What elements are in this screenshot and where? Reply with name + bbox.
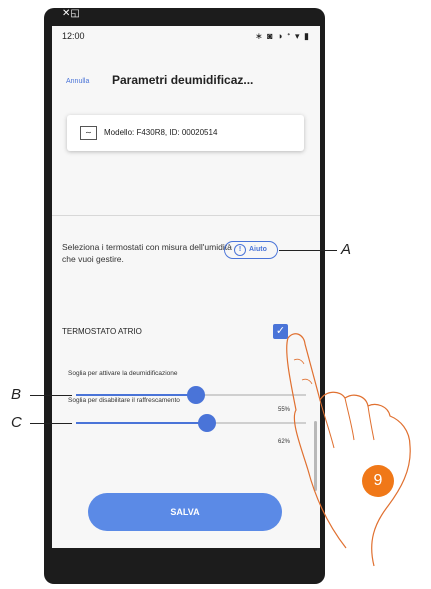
help-label: Aiuto [249, 246, 267, 253]
device-model: Modello: F430R8, ID: 00020514 [104, 128, 218, 137]
callout-line-a [279, 250, 337, 251]
header: Annulla Parametri deumidificaz... [52, 66, 320, 94]
intro-text: Seleziona i termostati con misura dell'u… [62, 242, 232, 264]
exclamation-icon: ! [234, 244, 246, 256]
slider-knob[interactable] [186, 386, 205, 404]
help-button[interactable]: ! Aiuto [224, 241, 278, 259]
divider [52, 215, 320, 216]
callout-label-c: C [11, 414, 22, 431]
callout-line-b [30, 395, 72, 396]
device-card: ∼ Modello: F430R8, ID: 00020514 [67, 115, 304, 151]
step-badge: 9 [362, 465, 394, 497]
cancel-button[interactable]: Annulla [66, 78, 89, 85]
hand-illustration [286, 333, 411, 567]
slider-fill [76, 422, 208, 424]
status-corner-icons: ✕◱ [62, 8, 80, 19]
slider-fill [76, 394, 196, 396]
thermostat-icon: ∼ [80, 126, 97, 140]
slider-knob[interactable] [198, 414, 217, 432]
callout-line-c [30, 423, 72, 424]
slider-label-dehumidify: Soglia per attivare la deumidificazione [68, 370, 178, 377]
page-title: Parametri deumidificaz... [112, 73, 254, 87]
status-time: 12:00 [62, 31, 85, 41]
status-icons: ∗ ◙ ◑ ᐩ ▾ ▮ [255, 31, 310, 41]
status-bar: 12:00 ∗ ◙ ◑ ᐩ ▾ ▮ [52, 26, 320, 46]
callout-label-b: B [11, 386, 22, 403]
callout-label-a: A [341, 241, 352, 258]
thermostat-name: TERMOSTATO ATRIO [62, 327, 142, 336]
slider-label-cooling: Soglia per disabilitare il raffrescament… [68, 397, 180, 404]
